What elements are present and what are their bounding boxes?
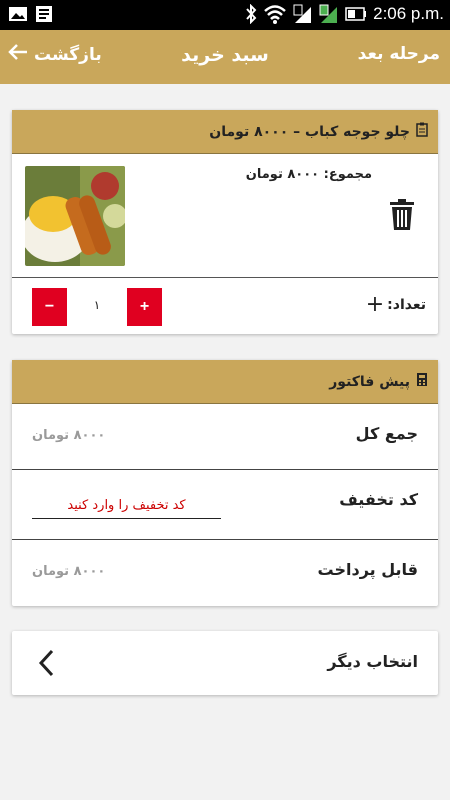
discount-code-input[interactable] (32, 493, 221, 519)
invoice-total-value: ۸۰۰۰ تومان (32, 428, 106, 443)
food-image (25, 166, 125, 266)
status-bar: 2:06 p.m. (0, 0, 450, 30)
invoice-total-label: جمع کل (355, 424, 418, 443)
invoice-card: پیش فاکتور جمع کل ۸۰۰۰ تومان کد تخفیف قا… (12, 360, 438, 606)
app-bar: بازگشت سبد خرید مرحله بعد (0, 30, 450, 84)
decrease-quantity-button[interactable]: − (32, 288, 67, 326)
invoice-header: پیش فاکتور (12, 360, 438, 404)
select-other-button[interactable]: انتخاب دیگر (12, 631, 438, 695)
plus-icon: + (365, 292, 385, 317)
quantity-label: تعداد: + (366, 294, 426, 316)
select-other-label: انتخاب دیگر (327, 652, 418, 671)
cart-item-header: چلو جوجه کباب – ۸۰۰۰ تومان (12, 110, 438, 154)
cart-item-name-price: چلو جوجه کباب – ۸۰۰۰ تومان (209, 123, 410, 140)
news-notification-icon (36, 6, 52, 22)
clipboard-icon (416, 122, 428, 141)
signal-sim2-icon (319, 4, 338, 23)
trash-icon[interactable] (388, 199, 416, 235)
payable-value: ۸۰۰۰ تومان (32, 564, 106, 579)
status-time: 2:06 p.m. (373, 4, 444, 23)
bluetooth-icon (246, 4, 257, 24)
quantity-row: تعداد: + − ۱ + (12, 278, 438, 334)
calculator-icon (416, 372, 428, 391)
status-icons: 2:06 p.m. (245, 4, 444, 24)
chevron-left-icon (38, 649, 54, 681)
invoice-total-row: جمع کل ۸۰۰۰ تومان (12, 404, 438, 470)
next-step-button[interactable]: مرحله بعد (358, 44, 440, 64)
quantity-label-text: تعداد: (387, 297, 426, 313)
cart-item-body: مجموع: ۸۰۰۰ تومان (12, 154, 438, 278)
signal-sim1-icon (293, 4, 312, 23)
discount-row: کد تخفیف (12, 470, 438, 540)
invoice-title: پیش فاکتور (329, 373, 410, 390)
image-notification-icon (9, 7, 27, 21)
payable-label: قابل پرداخت (317, 560, 418, 579)
wifi-icon (264, 5, 286, 24)
cart-item-card: چلو جوجه کباب – ۸۰۰۰ تومان مجموع: ۸۰۰۰ ت… (12, 110, 438, 334)
battery-icon (345, 7, 367, 21)
notification-icons (8, 5, 54, 23)
cart-item-total: مجموع: ۸۰۰۰ تومان (245, 167, 372, 182)
increase-quantity-button[interactable]: + (127, 288, 162, 326)
payable-row: قابل پرداخت ۸۰۰۰ تومان (12, 540, 438, 606)
quantity-value: ۱ (93, 298, 101, 312)
discount-label: کد تخفیف (339, 490, 418, 509)
